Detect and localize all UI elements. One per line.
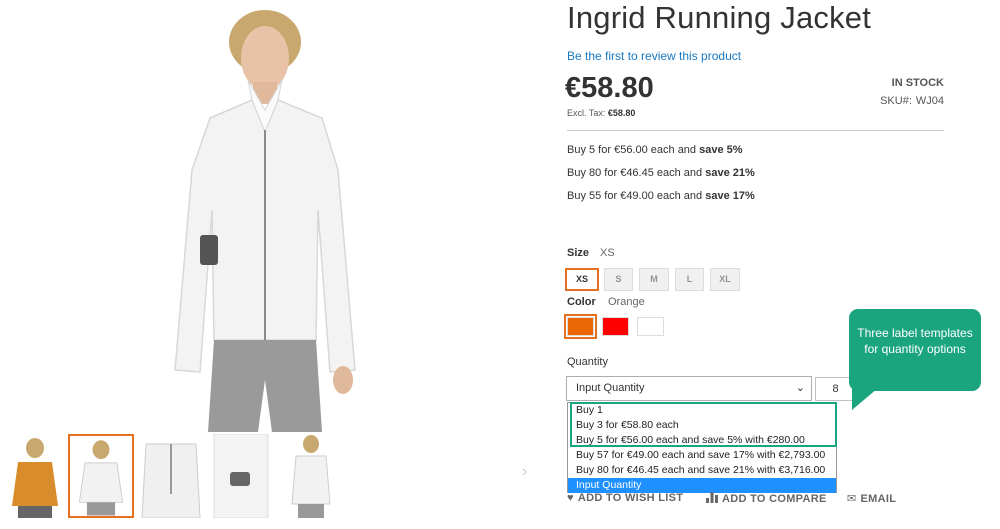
color-label: Color — [567, 296, 596, 308]
size-swatch-xs[interactable]: XS — [565, 268, 599, 291]
excl-tax-value: €58.80 — [607, 108, 636, 118]
wishlist-label: ADD TO WISH LIST — [577, 492, 684, 504]
tier-price-saving: save 5% — [699, 144, 743, 156]
color-selected-value: Orange — [608, 296, 645, 308]
sku-value: WJ04 — [915, 95, 944, 107]
thumbnail-white-jacket-back[interactable] — [138, 434, 204, 518]
tier-price: Buy 5 for €56.00 each and save 5% — [567, 144, 743, 156]
sku-label: SKU#: — [880, 95, 912, 107]
callout-bubble: Three label templates for quantity optio… — [849, 309, 981, 391]
product-title: Ingrid Running Jacket — [567, 0, 872, 35]
size-swatch-l[interactable]: L — [675, 268, 704, 291]
excl-tax: Excl. Tax: €58.80 — [567, 108, 635, 118]
compare-label: ADD TO COMPARE — [722, 493, 827, 505]
tier-price-text: Buy 5 for €56.00 each and — [567, 144, 700, 156]
excl-tax-label: Excl. Tax: — [567, 108, 606, 118]
stock-status: IN STOCK — [891, 77, 944, 89]
thumbnail-white-jacket-sleeve[interactable] — [208, 434, 274, 518]
heart-icon: ♥ — [567, 492, 574, 504]
dropdown-option[interactable]: Buy 80 for €46.45 each and save 21% with… — [568, 463, 836, 478]
color-swatch-white[interactable] — [637, 317, 664, 336]
size-selected-value: XS — [600, 247, 615, 259]
quantity-select[interactable]: Input Quantity ⌄ — [566, 376, 812, 401]
review-link[interactable]: Be the first to review this product — [567, 49, 741, 63]
tier-price-text: Buy 80 for €46.45 each and — [567, 167, 706, 179]
color-swatch-red[interactable] — [602, 317, 629, 336]
divider — [567, 130, 944, 131]
thumbnail-orange-jacket[interactable] — [2, 434, 68, 518]
chevron-down-icon: ⌄ — [795, 382, 805, 394]
dropdown-option-highlighted[interactable]: Input Quantity — [568, 478, 836, 493]
email-label: EMAIL — [860, 493, 897, 505]
highlight-box — [570, 402, 837, 447]
wishlist-link[interactable]: ♥ ADD TO WISH LIST — [567, 492, 683, 504]
size-swatch-m[interactable]: M — [639, 268, 669, 291]
product-main-image[interactable] — [140, 0, 390, 432]
quantity-select-value: Input Quantity — [576, 382, 645, 394]
quantity-label: Quantity — [567, 356, 608, 368]
envelope-icon: ✉ — [847, 493, 857, 505]
compare-link[interactable]: ADD TO COMPARE — [706, 492, 827, 505]
thumbnail-white-jacket-front[interactable] — [68, 434, 134, 518]
callout-tail — [852, 388, 878, 410]
chevron-right-icon[interactable]: › — [522, 463, 527, 481]
size-swatch-s[interactable]: S — [604, 268, 633, 291]
thumbnail-white-jacket-side[interactable] — [278, 434, 344, 518]
tier-price-saving: save 17% — [705, 190, 755, 202]
color-swatch-orange[interactable] — [564, 314, 597, 339]
tier-price: Buy 80 for €46.45 each and save 21% — [567, 167, 755, 179]
email-link[interactable]: ✉ EMAIL — [847, 492, 896, 505]
tier-price-saving: save 21% — [705, 167, 755, 179]
bar-chart-icon — [706, 492, 718, 505]
product-price: €58.80 — [565, 72, 654, 104]
tier-price-text: Buy 55 for €49.00 each and — [567, 190, 706, 202]
tier-price: Buy 55 for €49.00 each and save 17% — [567, 190, 755, 202]
sku: SKU#: WJ04 — [880, 95, 944, 107]
size-swatch-xl[interactable]: XL — [710, 268, 740, 291]
dropdown-option[interactable]: Buy 57 for €49.00 each and save 17% with… — [568, 448, 836, 463]
size-label: Size — [567, 247, 590, 259]
